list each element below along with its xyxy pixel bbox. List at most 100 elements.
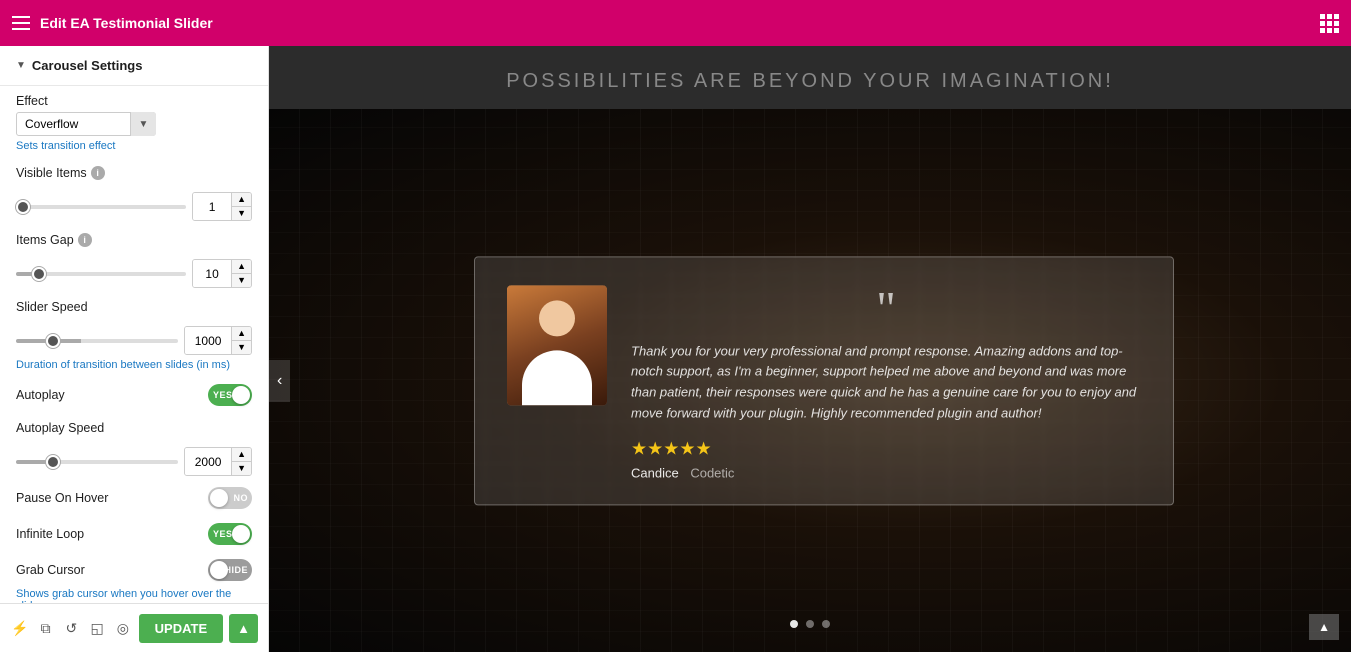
author-company: Codetic [690, 465, 734, 480]
update-arrow-button[interactable]: ▲ [229, 614, 258, 643]
autoplay-speed-slider-row: ▲ ▼ [0, 443, 268, 480]
autoplay-speed-stepper: ▲ ▼ [184, 447, 252, 476]
testimonial-author: Candice Codetic [631, 465, 1141, 480]
autoplay-speed-decrement[interactable]: ▼ [232, 462, 251, 475]
infinite-loop-toggle[interactable]: YES [208, 523, 252, 545]
testimonial-card: " Thank you for your very professional a… [474, 256, 1174, 505]
items-gap-info-icon[interactable]: i [78, 233, 92, 247]
slider-speed-input[interactable] [185, 327, 231, 354]
infinite-loop-toggle-text: YES [213, 529, 233, 539]
content-area: POSSIBILITIES ARE BEYOND YOUR IMAGINATIO… [269, 46, 1351, 652]
page-title: Edit EA Testimonial Slider [40, 15, 1310, 31]
items-gap-decrement[interactable]: ▼ [232, 274, 251, 287]
nav-dot-1[interactable] [790, 620, 798, 628]
items-gap-row: Items Gap i [0, 225, 268, 255]
slider-speed-row: Slider Speed [0, 292, 268, 322]
autoplay-speed-increment[interactable]: ▲ [232, 448, 251, 462]
slider-speed-decrement[interactable]: ▼ [232, 341, 251, 354]
carousel-settings-section[interactable]: ▼ Carousel Settings [0, 46, 268, 86]
visible-items-slider[interactable] [16, 205, 186, 209]
grab-cursor-toggle[interactable]: HIDE [208, 559, 252, 581]
autoplay-label: Autoplay [16, 388, 65, 402]
pause-on-hover-row: Pause On Hover NO [0, 480, 268, 516]
grab-cursor-hint: Shows grab cursor when you hover over th… [0, 588, 268, 603]
slider-speed-slider-row: ▲ ▼ [0, 322, 268, 359]
content-header-text: POSSIBILITIES ARE BEYOND YOUR IMAGINATIO… [269, 46, 1351, 109]
items-gap-label: Items Gap i [16, 233, 252, 247]
autoplay-speed-slider[interactable] [16, 460, 178, 464]
autoplay-toggle[interactable]: YES [208, 384, 252, 406]
nav-dot-2[interactable] [806, 620, 814, 628]
infinite-loop-knob [232, 525, 250, 543]
effect-select[interactable]: Coverflow Slide Fade Cube Flip [16, 112, 156, 136]
carousel-settings-label: Carousel Settings [32, 58, 143, 73]
visible-items-input[interactable] [193, 193, 231, 220]
items-gap-slider-row: ▲ ▼ [0, 255, 268, 292]
visible-items-label: Visible Items i [16, 166, 252, 180]
effect-row: Effect Coverflow Slide Fade Cube Flip ▼ [0, 86, 268, 140]
testimonial-stars: ★★★★★ [631, 438, 1141, 459]
prev-arrow-button[interactable]: ‹ [269, 360, 290, 402]
author-name: Candice [631, 465, 679, 480]
nav-dot-3[interactable] [822, 620, 830, 628]
visible-items-info-icon[interactable]: i [91, 166, 105, 180]
grab-cursor-knob [210, 561, 228, 579]
slider-speed-slider[interactable] [16, 339, 178, 343]
top-bar: Edit EA Testimonial Slider [0, 0, 1351, 46]
apps-grid-icon[interactable] [1320, 14, 1339, 33]
testimonial-avatar [507, 285, 607, 405]
autoplay-speed-input[interactable] [185, 448, 231, 475]
visible-items-slider-row: ▲ ▼ [0, 188, 268, 225]
testimonial-body: " Thank you for your very professional a… [631, 285, 1141, 480]
infinite-loop-row: Infinite Loop YES [0, 516, 268, 552]
slider-speed-stepper-column: ▲ ▼ [231, 327, 251, 354]
items-gap-stepper: ▲ ▼ [192, 259, 252, 288]
sidebar-bottom-toolbar: ⚡ ⧉ ↺ ◱ ◎ UPDATE ▲ [0, 603, 268, 652]
pause-on-hover-knob [210, 489, 228, 507]
testimonial-text: Thank you for your very professional and… [631, 341, 1141, 424]
main-layout: ▼ Carousel Settings Effect Coverflow Sli… [0, 46, 1351, 652]
autoplay-speed-row: Autoplay Speed [0, 413, 268, 443]
autoplay-speed-stepper-column: ▲ ▼ [231, 448, 251, 475]
chevron-down-icon: ▼ [16, 60, 26, 71]
slider-speed-label: Slider Speed [16, 300, 252, 314]
visible-items-row: Visible Items i [0, 158, 268, 188]
scroll-top-button[interactable]: ▲ [1309, 614, 1339, 640]
quote-mark: " [631, 285, 1141, 333]
items-gap-input[interactable] [193, 260, 231, 287]
pause-on-hover-toggle-text: NO [234, 493, 249, 503]
update-button[interactable]: UPDATE [139, 614, 223, 643]
effect-hint: Sets transition effect [0, 140, 268, 158]
navigation-dots [790, 620, 830, 628]
grab-cursor-label: Grab Cursor [16, 563, 85, 577]
items-gap-increment[interactable]: ▲ [232, 260, 251, 274]
slider-speed-stepper: ▲ ▼ [184, 326, 252, 355]
pause-on-hover-toggle[interactable]: NO [208, 487, 252, 509]
preview-icon-button[interactable]: ◱ [87, 612, 107, 644]
sidebar: ▼ Carousel Settings Effect Coverflow Sli… [0, 46, 269, 652]
effect-label: Effect [16, 94, 252, 108]
autoplay-toggle-text: YES [213, 390, 233, 400]
avatar-image [507, 285, 607, 405]
speed-hint: Duration of transition between slides (i… [0, 359, 268, 377]
sidebar-content: ▼ Carousel Settings Effect Coverflow Sli… [0, 46, 268, 603]
autoplay-row: Autoplay YES [0, 377, 268, 413]
items-gap-stepper-column: ▲ ▼ [231, 260, 251, 287]
layers-icon-button[interactable]: ⚡ [10, 612, 30, 644]
grab-cursor-toggle-text: HIDE [224, 565, 248, 575]
responsive-icon-button[interactable]: ◎ [113, 612, 133, 644]
effect-select-wrapper: Coverflow Slide Fade Cube Flip ▼ [16, 112, 156, 136]
copy-icon-button[interactable]: ⧉ [36, 612, 56, 644]
slider-speed-increment[interactable]: ▲ [232, 327, 251, 341]
visible-items-decrement[interactable]: ▼ [232, 207, 251, 220]
items-gap-slider[interactable] [16, 272, 186, 276]
grab-cursor-row: Grab Cursor HIDE [0, 552, 268, 588]
hamburger-menu-icon[interactable] [12, 16, 30, 30]
infinite-loop-label: Infinite Loop [16, 527, 84, 541]
visible-items-stepper: ▲ ▼ [192, 192, 252, 221]
history-icon-button[interactable]: ↺ [61, 612, 81, 644]
autoplay-speed-label: Autoplay Speed [16, 421, 252, 435]
visible-items-stepper-column: ▲ ▼ [231, 193, 251, 220]
pause-on-hover-label: Pause On Hover [16, 491, 108, 505]
visible-items-increment[interactable]: ▲ [232, 193, 251, 207]
